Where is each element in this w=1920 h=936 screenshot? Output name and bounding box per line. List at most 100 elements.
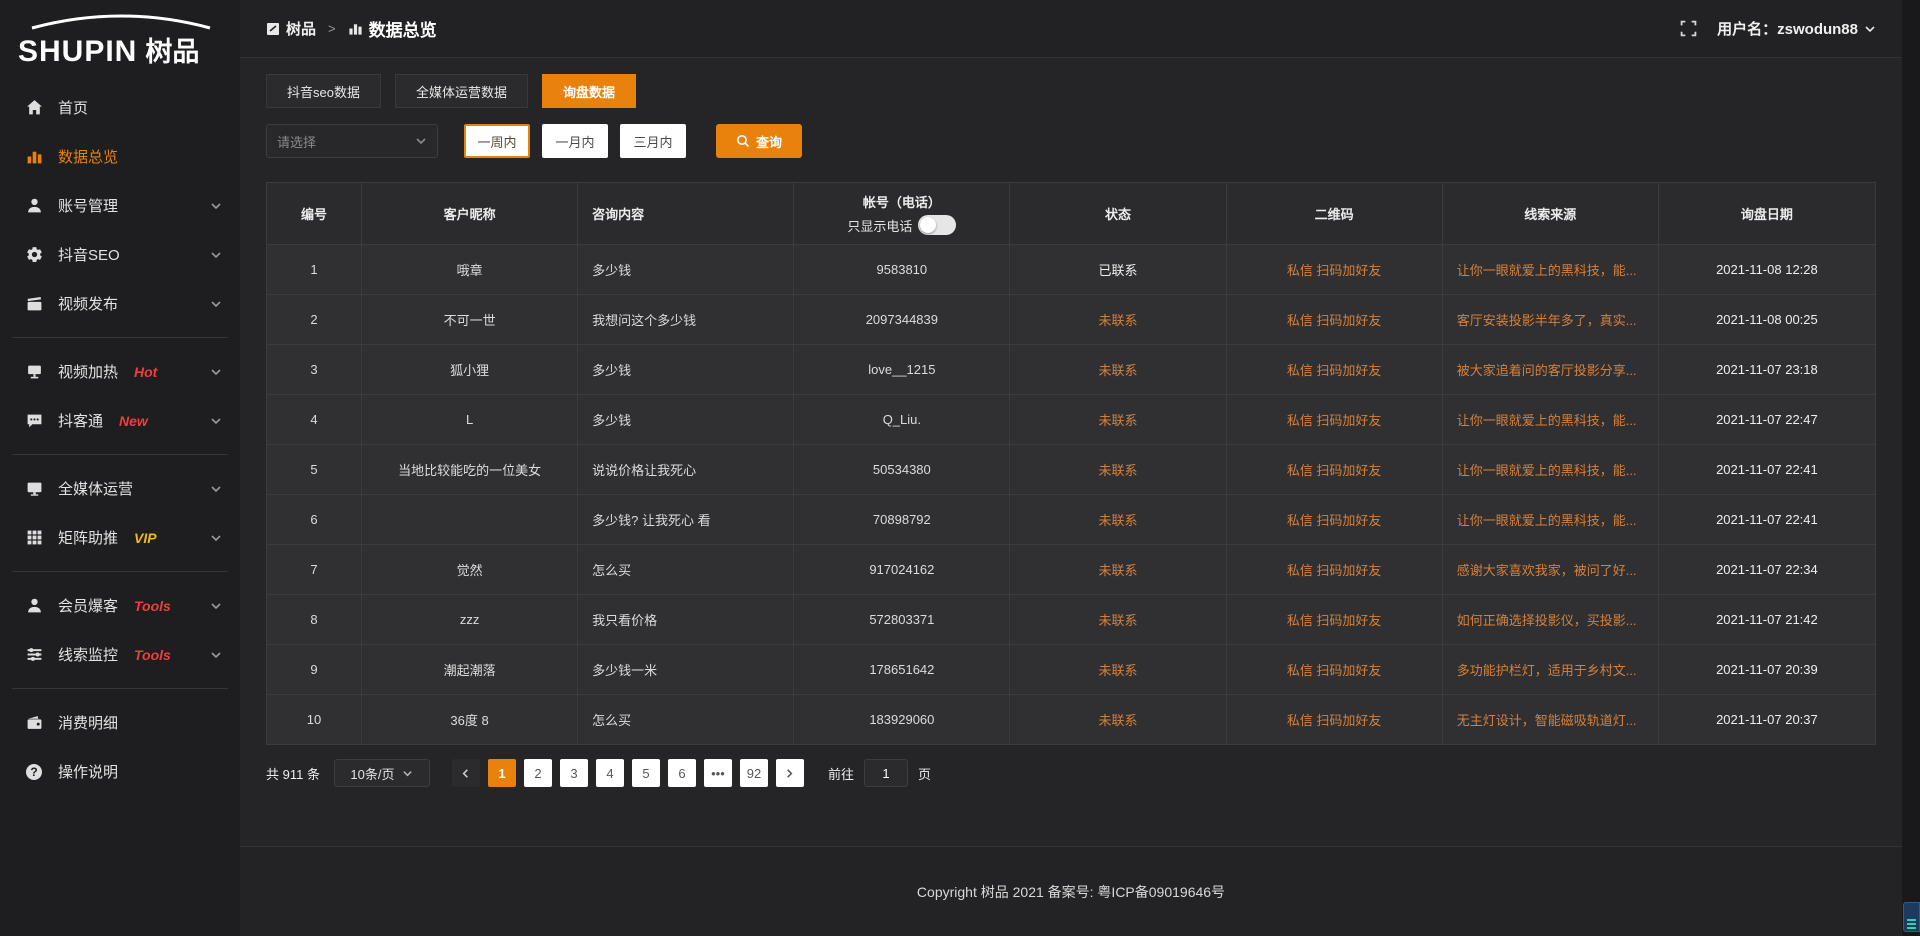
- sidebar-item-douyin-seo[interactable]: 抖音SEO: [0, 230, 240, 279]
- cell-qrcode-link[interactable]: 私信 扫码加好友: [1227, 645, 1443, 695]
- sidebar-item-account-mgmt[interactable]: 账号管理: [0, 181, 240, 230]
- prev-page-button[interactable]: [452, 759, 480, 787]
- cell-qrcode-link[interactable]: 私信 扫码加好友: [1227, 395, 1443, 445]
- cell-source-link[interactable]: 无主灯设计，智能磁吸轨道灯...: [1443, 695, 1659, 745]
- sidebar-item-label: 账号管理: [58, 195, 118, 216]
- question-circle-icon: ?: [25, 763, 43, 781]
- page-button-6[interactable]: 6: [668, 759, 696, 787]
- table-row: 2 不可一世 我想问这个多少钱 2097344839 未联系 私信 扫码加好友 …: [267, 295, 1875, 345]
- top-header: 树品 > 数据总览 用户名：zswodun88: [240, 0, 1902, 58]
- table-row: 6 多少钱? 让我死心 看 70898792 未联系 私信 扫码加好友 让你一眼…: [267, 495, 1875, 545]
- chevron-down-icon: [210, 600, 222, 612]
- cell-qrcode-link[interactable]: 私信 扫码加好友: [1227, 245, 1443, 295]
- sidebar-item-data-overview[interactable]: 数据总览: [0, 132, 240, 181]
- page-size-select[interactable]: 10条/页: [334, 759, 430, 787]
- col-source: 线索来源: [1443, 183, 1659, 245]
- breadcrumb-root[interactable]: 树品: [286, 18, 316, 39]
- cell-qrcode-link[interactable]: 私信 扫码加好友: [1227, 545, 1443, 595]
- table-header-row: 编号 客户昵称 咨询内容 帐号（电话） 只显示电话 状态 二维码 线索来源 询盘…: [267, 183, 1875, 245]
- new-badge: New: [119, 413, 148, 429]
- bar-chart-icon: [348, 21, 363, 36]
- cell-source-link[interactable]: 客厅安装投影半年多了，真实...: [1443, 295, 1659, 345]
- sidebar-item-help[interactable]: ? 操作说明: [0, 747, 240, 796]
- fullscreen-icon[interactable]: [1680, 20, 1697, 37]
- cell-source-link[interactable]: 如何正确选择投影仪，买投影...: [1443, 595, 1659, 645]
- cell-content: 多少钱? 让我死心 看: [578, 495, 794, 545]
- bar-chart-icon: [25, 148, 43, 166]
- sidebar-item-label: 视频发布: [58, 293, 118, 314]
- floating-widget[interactable]: [1903, 902, 1920, 932]
- page-button-3[interactable]: 3: [560, 759, 588, 787]
- sidebar-item-video-publish[interactable]: 视频发布: [0, 279, 240, 328]
- table-row: 8 zzz 我只看价格 572803371 未联系 私信 扫码加好友 如何正确选…: [267, 595, 1875, 645]
- page-button-1[interactable]: 1: [488, 759, 516, 787]
- cell-date: 2021-11-07 23:18: [1659, 345, 1875, 395]
- query-button[interactable]: 查询: [716, 124, 802, 158]
- cell-qrcode-link[interactable]: 私信 扫码加好友: [1227, 345, 1443, 395]
- cell-source-link[interactable]: 感谢大家喜欢我家，被问了好...: [1443, 545, 1659, 595]
- breadcrumb-separator: >: [328, 21, 336, 36]
- scrollbar-track[interactable]: [1902, 0, 1920, 936]
- cell-nickname: [362, 495, 578, 545]
- tab-omnimedia-data[interactable]: 全媒体运营数据: [395, 74, 528, 108]
- cell-date: 2021-11-08 00:25: [1659, 295, 1875, 345]
- period-week-button[interactable]: 一周内: [464, 124, 530, 158]
- sidebar-item-label: 数据总览: [58, 146, 118, 167]
- sidebar-item-doketong[interactable]: 抖客通 New: [0, 396, 240, 445]
- sidebar-item-lead-monitor[interactable]: 线索监控 Tools: [0, 630, 240, 679]
- goto-page-input[interactable]: [864, 759, 908, 787]
- page-button-5[interactable]: 5: [632, 759, 660, 787]
- cell-account: 9583810: [794, 245, 1010, 295]
- cell-date: 2021-11-07 22:34: [1659, 545, 1875, 595]
- chat-bubble-icon: [25, 412, 43, 430]
- page-button-2[interactable]: 2: [524, 759, 552, 787]
- chevron-down-icon: [402, 768, 413, 779]
- sidebar-item-member-burst[interactable]: 会员爆客 Tools: [0, 581, 240, 630]
- tools-badge: Tools: [134, 598, 171, 614]
- cell-account: 2097344839: [794, 295, 1010, 345]
- account-select[interactable]: 请选择: [266, 124, 438, 158]
- breadcrumb: 树品 > 数据总览: [266, 16, 437, 41]
- sidebar-item-home[interactable]: 首页: [0, 83, 240, 132]
- sidebar-item-spend-detail[interactable]: 消费明细: [0, 698, 240, 747]
- cell-source-link[interactable]: 让你一眼就爱上的黑科技，能...: [1443, 495, 1659, 545]
- phone-only-toggle[interactable]: [918, 215, 956, 235]
- cell-qrcode-link[interactable]: 私信 扫码加好友: [1227, 595, 1443, 645]
- sidebar-item-matrix-boost[interactable]: 矩阵助推 VIP: [0, 513, 240, 562]
- cell-date: 2021-11-08 12:28: [1659, 245, 1875, 295]
- cell-no: 10: [267, 695, 362, 745]
- cell-qrcode-link[interactable]: 私信 扫码加好友: [1227, 445, 1443, 495]
- total-count: 共 911 条: [266, 764, 320, 783]
- breadcrumb-current: 数据总览: [369, 16, 437, 41]
- table-row: 5 当地比较能吃的一位美女 说说价格让我死心 50534380 未联系 私信 扫…: [267, 445, 1875, 495]
- tab-douyin-seo-data[interactable]: 抖音seo数据: [266, 74, 381, 108]
- tab-inquiry-data[interactable]: 询盘数据: [542, 74, 636, 108]
- page-button-92[interactable]: 92: [740, 759, 768, 787]
- period-month-button[interactable]: 一月内: [542, 124, 608, 158]
- cell-content: 怎么买: [578, 695, 794, 745]
- cell-source-link[interactable]: 让你一眼就爱上的黑科技，能...: [1443, 445, 1659, 495]
- chevron-left-icon: [460, 768, 471, 779]
- chevron-down-icon: [210, 298, 222, 310]
- member-icon: [25, 597, 43, 615]
- cell-source-link[interactable]: 被大家追着问的客厅投影分享...: [1443, 345, 1659, 395]
- next-page-button[interactable]: [776, 759, 804, 787]
- period-quarter-button[interactable]: 三月内: [620, 124, 686, 158]
- wallet-icon: [25, 714, 43, 732]
- sidebar-item-video-heat[interactable]: 视频加热 Hot: [0, 347, 240, 396]
- cell-source-link[interactable]: 多功能护栏灯，适用于乡村文...: [1443, 645, 1659, 695]
- cell-qrcode-link[interactable]: 私信 扫码加好友: [1227, 495, 1443, 545]
- select-placeholder: 请选择: [277, 132, 316, 151]
- cell-qrcode-link[interactable]: 私信 扫码加好友: [1227, 695, 1443, 745]
- sidebar-item-omnimedia[interactable]: 全媒体运营: [0, 464, 240, 513]
- cell-source-link[interactable]: 让你一眼就爱上的黑科技，能...: [1443, 245, 1659, 295]
- more-pages-button[interactable]: •••: [704, 759, 732, 787]
- sidebar-divider: [12, 337, 228, 338]
- inquiry-table: 编号 客户昵称 咨询内容 帐号（电话） 只显示电话 状态 二维码 线索来源 询盘…: [266, 182, 1876, 745]
- user-menu[interactable]: 用户名：zswodun88: [1717, 18, 1876, 39]
- cell-no: 5: [267, 445, 362, 495]
- cell-source-link[interactable]: 让你一眼就爱上的黑科技，能...: [1443, 395, 1659, 445]
- sidebar-item-label: 全媒体运营: [58, 478, 133, 499]
- cell-qrcode-link[interactable]: 私信 扫码加好友: [1227, 295, 1443, 345]
- page-button-4[interactable]: 4: [596, 759, 624, 787]
